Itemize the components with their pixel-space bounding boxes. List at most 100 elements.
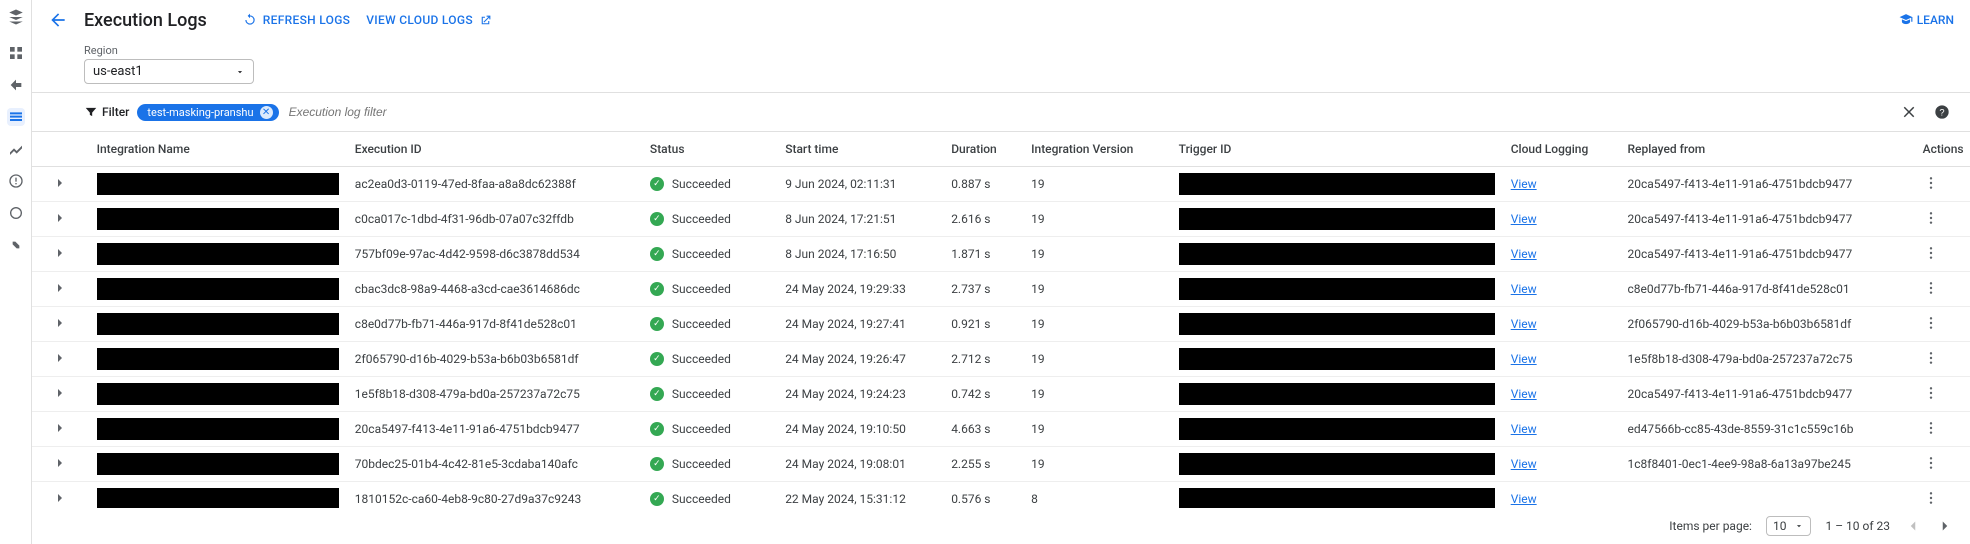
remove-chip-button[interactable]: ✕ bbox=[260, 106, 273, 119]
status-cell: ✓Succeeded bbox=[650, 422, 769, 436]
cloud-logging-view-link[interactable]: View bbox=[1511, 212, 1537, 226]
row-actions-menu[interactable] bbox=[1923, 315, 1939, 331]
expand-row-button[interactable] bbox=[52, 210, 68, 226]
cloud-logging-view-link[interactable]: View bbox=[1511, 422, 1537, 436]
refresh-icon bbox=[243, 13, 257, 27]
table-row: ac2ea0d3-0119-47ed-8faa-a8a8dc62388f✓Suc… bbox=[32, 167, 1970, 202]
col-start-time[interactable]: Start time bbox=[777, 132, 943, 167]
rail-item-settings[interactable] bbox=[7, 204, 25, 222]
external-link-icon bbox=[479, 14, 492, 27]
rail-item-connectors[interactable] bbox=[7, 236, 25, 254]
col-cloud-logging[interactable]: Cloud Logging bbox=[1503, 132, 1620, 167]
rail-item-dashboard[interactable] bbox=[7, 44, 25, 62]
expand-row-button[interactable] bbox=[52, 385, 68, 401]
learn-button[interactable]: LEARN bbox=[1899, 13, 1954, 27]
expand-row-button[interactable] bbox=[52, 490, 68, 506]
duration-cell: 4.663 s bbox=[943, 412, 1023, 447]
refresh-logs-button[interactable]: REFRESH LOGS bbox=[243, 13, 350, 27]
execution-id-cell: 1810152c-ca60-4eb8-9c80-27d9a37c9243 bbox=[347, 482, 642, 509]
integration-name-redacted bbox=[97, 488, 339, 508]
product-logo-icon bbox=[7, 8, 25, 30]
replayed-from-cell: 20ca5497-f413-4e11-91a6-4751bdcb9477 bbox=[1620, 237, 1915, 272]
status-cell: ✓Succeeded bbox=[650, 317, 769, 331]
replayed-from-cell: 1e5f8b18-d308-479a-bd0a-257237a72c75 bbox=[1620, 342, 1915, 377]
rail-item-logs[interactable] bbox=[7, 108, 25, 126]
top-bar: Execution Logs REFRESH LOGS VIEW CLOUD L… bbox=[32, 0, 1970, 40]
table-row: 70bdec25-01b4-4c42-81e5-3cdaba140afc✓Suc… bbox=[32, 447, 1970, 482]
expand-row-button[interactable] bbox=[52, 280, 68, 296]
start-time-cell: 24 May 2024, 19:26:47 bbox=[777, 342, 943, 377]
version-cell: 19 bbox=[1023, 272, 1171, 307]
execution-id-cell: c8e0d77b-fb71-446a-917d-8f41de528c01 bbox=[347, 307, 642, 342]
next-page-button[interactable] bbox=[1936, 517, 1954, 535]
status-cell: ✓Succeeded bbox=[650, 177, 769, 191]
close-icon bbox=[1900, 103, 1918, 121]
row-actions-menu[interactable] bbox=[1923, 245, 1939, 261]
back-button[interactable] bbox=[48, 10, 68, 30]
help-button[interactable]: ? bbox=[1930, 100, 1954, 124]
cloud-logging-view-link[interactable]: View bbox=[1511, 317, 1537, 331]
filter-input[interactable] bbox=[287, 104, 1888, 120]
region-select[interactable]: us-east1 bbox=[84, 59, 254, 84]
col-integration-version[interactable]: Integration Version bbox=[1023, 132, 1171, 167]
start-time-cell: 24 May 2024, 19:29:33 bbox=[777, 272, 943, 307]
row-actions-menu[interactable] bbox=[1923, 350, 1939, 366]
clear-filters-button[interactable] bbox=[1896, 99, 1922, 125]
view-cloud-logs-button[interactable]: VIEW CLOUD LOGS bbox=[366, 13, 492, 27]
cloud-logging-view-link[interactable]: View bbox=[1511, 282, 1537, 296]
col-execution-id[interactable]: Execution ID bbox=[347, 132, 642, 167]
expand-row-button[interactable] bbox=[52, 315, 68, 331]
row-actions-menu[interactable] bbox=[1923, 385, 1939, 401]
integration-name-redacted bbox=[97, 313, 339, 335]
cloud-logging-view-link[interactable]: View bbox=[1511, 352, 1537, 366]
col-status[interactable]: Status bbox=[642, 132, 777, 167]
expand-row-button[interactable] bbox=[52, 245, 68, 261]
duration-cell: 2.737 s bbox=[943, 272, 1023, 307]
region-value: us-east1 bbox=[93, 64, 143, 79]
status-cell: ✓Succeeded bbox=[650, 212, 769, 226]
expand-row-button[interactable] bbox=[52, 350, 68, 366]
version-cell: 19 bbox=[1023, 307, 1171, 342]
rail-item-alerts[interactable] bbox=[7, 172, 25, 190]
duration-cell: 0.742 s bbox=[943, 377, 1023, 412]
cloud-logging-view-link[interactable]: View bbox=[1511, 457, 1537, 471]
execution-id-cell: 20ca5497-f413-4e11-91a6-4751bdcb9477 bbox=[347, 412, 642, 447]
version-cell: 19 bbox=[1023, 447, 1171, 482]
row-actions-menu[interactable] bbox=[1923, 280, 1939, 296]
version-cell: 8 bbox=[1023, 482, 1171, 509]
items-per-page-select[interactable]: 10 bbox=[1766, 516, 1812, 536]
trigger-id-redacted bbox=[1179, 383, 1495, 405]
success-icon: ✓ bbox=[650, 317, 664, 331]
rail-item-integrations[interactable] bbox=[7, 76, 25, 94]
row-actions-menu[interactable] bbox=[1923, 490, 1939, 506]
integration-name-redacted bbox=[97, 418, 339, 440]
col-replayed-from[interactable]: Replayed from bbox=[1620, 132, 1915, 167]
prev-page-button[interactable] bbox=[1904, 517, 1922, 535]
col-trigger-id[interactable]: Trigger ID bbox=[1171, 132, 1503, 167]
expand-row-button[interactable] bbox=[52, 175, 68, 191]
filter-button[interactable]: Filter bbox=[84, 105, 129, 119]
cloud-logging-view-link[interactable]: View bbox=[1511, 492, 1537, 506]
chevron-down-icon bbox=[235, 67, 245, 77]
status-cell: ✓Succeeded bbox=[650, 387, 769, 401]
cloud-logging-view-link[interactable]: View bbox=[1511, 177, 1537, 191]
row-actions-menu[interactable] bbox=[1923, 455, 1939, 471]
row-actions-menu[interactable] bbox=[1923, 420, 1939, 436]
col-integration-name[interactable]: Integration Name bbox=[89, 132, 347, 167]
rail-item-metrics[interactable] bbox=[7, 140, 25, 158]
start-time-cell: 24 May 2024, 19:08:01 bbox=[777, 447, 943, 482]
col-duration[interactable]: Duration bbox=[943, 132, 1023, 167]
start-time-cell: 24 May 2024, 19:27:41 bbox=[777, 307, 943, 342]
row-actions-menu[interactable] bbox=[1923, 210, 1939, 226]
start-time-cell: 24 May 2024, 19:10:50 bbox=[777, 412, 943, 447]
expand-row-button[interactable] bbox=[52, 455, 68, 471]
svg-text:?: ? bbox=[1939, 107, 1944, 117]
cloud-logging-view-link[interactable]: View bbox=[1511, 247, 1537, 261]
row-actions-menu[interactable] bbox=[1923, 175, 1939, 191]
duration-cell: 2.255 s bbox=[943, 447, 1023, 482]
trigger-id-redacted bbox=[1179, 173, 1495, 195]
filter-chip[interactable]: test-masking-pranshu ✕ bbox=[137, 104, 278, 121]
cloud-logging-view-link[interactable]: View bbox=[1511, 387, 1537, 401]
success-icon: ✓ bbox=[650, 352, 664, 366]
expand-row-button[interactable] bbox=[52, 420, 68, 436]
